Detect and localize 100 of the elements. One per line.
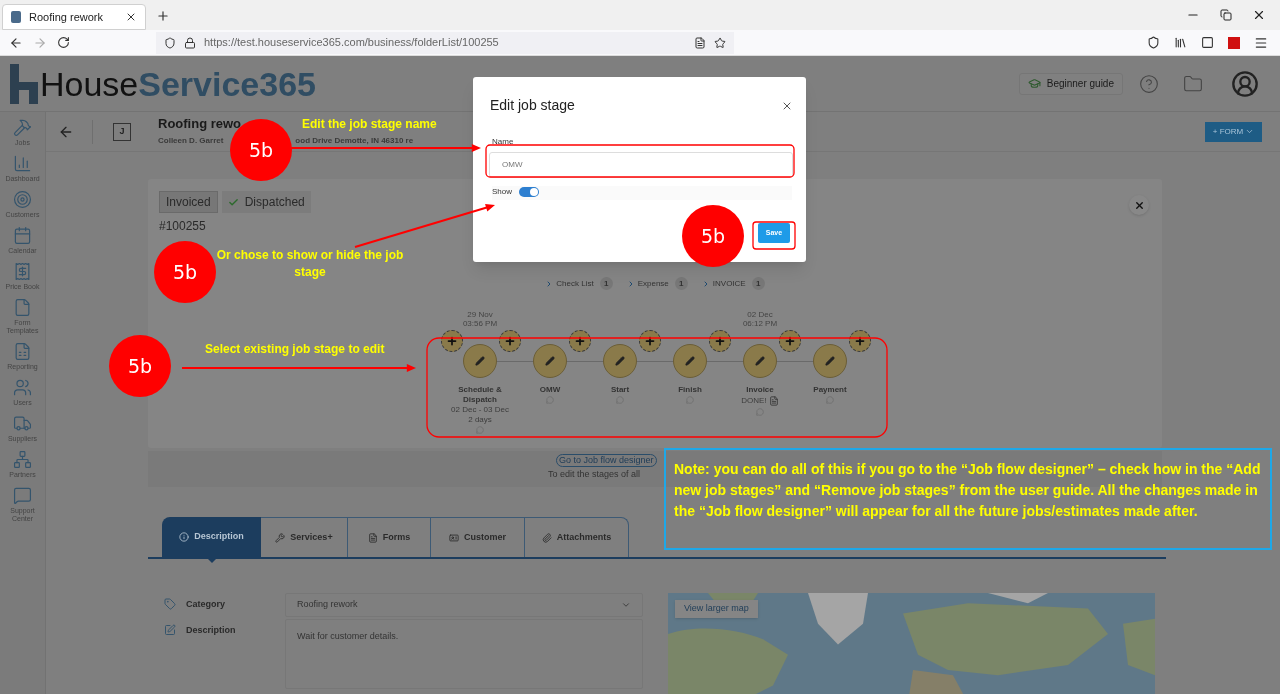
note-text: Note: you can do all of this if you go to the “Job flow designer” – check how in the “Add new job stages” and “Remove job stages” from the user guide. All the changes made in the “Job flow designer” will appear for all the future jobs/estimates made after. (674, 460, 1262, 521)
close-icon[interactable] (1252, 8, 1266, 22)
chat-icon (13, 486, 32, 505)
menu-icon[interactable] (1254, 35, 1268, 50)
wrench-icon (275, 532, 286, 543)
logo-text: HouseService365 (40, 66, 316, 101)
annotation-label: Or chose to show or hide the job stage (215, 247, 405, 281)
reload-icon[interactable] (57, 36, 70, 49)
graduation-cap-icon (1027, 77, 1041, 90)
view-larger-map-button[interactable]: View larger map (675, 600, 758, 618)
lock-icon (184, 36, 196, 49)
stage-button[interactable] (743, 344, 777, 378)
users-icon (13, 378, 32, 397)
customer-address: ood Drive Demotte, IN 46310 re (295, 135, 414, 147)
stage-button[interactable] (813, 344, 847, 378)
stage-name: Finish (677, 385, 703, 395)
document-icon (768, 396, 779, 406)
stage-name: Payment (812, 385, 848, 395)
bar-chart-icon (13, 154, 32, 173)
stage-button[interactable] (533, 344, 567, 378)
tab-title: Roofing rework (29, 9, 104, 25)
caret-icon (1245, 127, 1255, 136)
add-stage-button[interactable] (569, 330, 591, 352)
pencil-icon (475, 356, 485, 366)
favicon-icon (11, 11, 21, 23)
field-label: Description (186, 624, 236, 637)
highlight-frame (752, 221, 796, 250)
field-label: Category (186, 598, 225, 611)
close-button[interactable] (1129, 195, 1149, 215)
pencil-icon (685, 356, 695, 366)
add-stage-button[interactable] (709, 330, 731, 352)
name-label: Name (492, 136, 515, 148)
pencil-icon (545, 356, 555, 366)
extension-icon[interactable] (1228, 36, 1240, 49)
library-icon[interactable] (1174, 36, 1187, 49)
tab[interactable]: Services+ (261, 517, 348, 557)
beginner-guide-button[interactable]: Beginner guide (1018, 72, 1123, 95)
paperclip-icon (541, 532, 552, 543)
tab[interactable]: Attachments (525, 517, 629, 557)
url-text: https://test.houseservice365.com/business/folderList/100255 (204, 35, 500, 51)
caret-icon (621, 600, 631, 610)
shield-icon (164, 36, 176, 49)
hammer-icon (13, 118, 32, 137)
reader-icon[interactable] (694, 36, 706, 49)
pencil-icon (825, 356, 835, 366)
customer-name: Colleen D. Garret (158, 135, 224, 147)
file-icon (13, 298, 32, 317)
id-card-icon (449, 532, 459, 543)
section-link[interactable]: INVOICE 1 (701, 277, 765, 290)
annotation-label: Edit the job stage name (302, 117, 437, 131)
stage-button[interactable] (463, 344, 497, 378)
stage-button[interactable] (673, 344, 707, 378)
step-badge: 5b (109, 335, 171, 397)
show-toggle[interactable] (519, 187, 539, 197)
count-badge: 1 (599, 277, 613, 290)
pencil-icon (755, 356, 765, 366)
receipt-icon (13, 262, 32, 281)
back-icon[interactable] (9, 35, 23, 50)
truck-icon (13, 414, 32, 433)
new-tab-icon[interactable] (156, 9, 170, 23)
stage-button[interactable] (603, 344, 637, 378)
close-icon[interactable] (125, 11, 137, 23)
tag-icon (164, 598, 176, 610)
form-button[interactable]: + FORM (1205, 121, 1262, 142)
add-stage-button[interactable] (639, 330, 661, 352)
stage-name: Invoice (745, 385, 775, 395)
section-link[interactable]: Expense 1 (626, 277, 688, 290)
target-icon (13, 190, 32, 209)
flow-designer-link[interactable]: Go to Job flow designer (556, 454, 657, 467)
address-bar[interactable]: https://test.houseservice365.com/business/folderList/100255 (156, 31, 734, 54)
count-badge: 1 (751, 277, 765, 290)
description-field[interactable]: Wait for customer details. (285, 619, 643, 689)
show-label: Show (492, 186, 512, 198)
spreadsheet-icon (13, 342, 32, 361)
add-stage-button[interactable] (849, 330, 871, 352)
add-stage-button[interactable] (499, 330, 521, 352)
name-field[interactable]: OMW (489, 152, 793, 178)
network-icon (13, 450, 32, 469)
stage-name: Schedule & Dispatch (457, 385, 503, 405)
bookmark-icon[interactable] (714, 36, 726, 49)
restore-icon[interactable] (1220, 9, 1232, 21)
sidebar-icon[interactable] (1201, 36, 1214, 49)
stage-name: OMW (538, 385, 562, 395)
done-label: DONE! (741, 395, 767, 407)
annotation-label: Select existing job stage to edit (205, 341, 385, 358)
document-icon (367, 532, 378, 543)
job-avatar: J (113, 122, 131, 141)
add-stage-button[interactable] (441, 330, 463, 352)
tab[interactable]: Customer (431, 517, 525, 557)
section-link[interactable]: Check List 1 (545, 277, 613, 290)
tab[interactable]: Forms (348, 517, 431, 557)
pencil-icon (615, 356, 625, 366)
edit-icon (164, 624, 176, 636)
check-icon (227, 196, 239, 208)
job-title: Roofing rewo (158, 116, 242, 131)
avatar-icon[interactable] (1231, 69, 1259, 98)
browser-tab[interactable]: Roofing rework (2, 4, 146, 30)
category-select[interactable]: Roofing rework (285, 593, 643, 617)
add-stage-button[interactable] (779, 330, 801, 352)
calendar-icon (13, 226, 32, 245)
